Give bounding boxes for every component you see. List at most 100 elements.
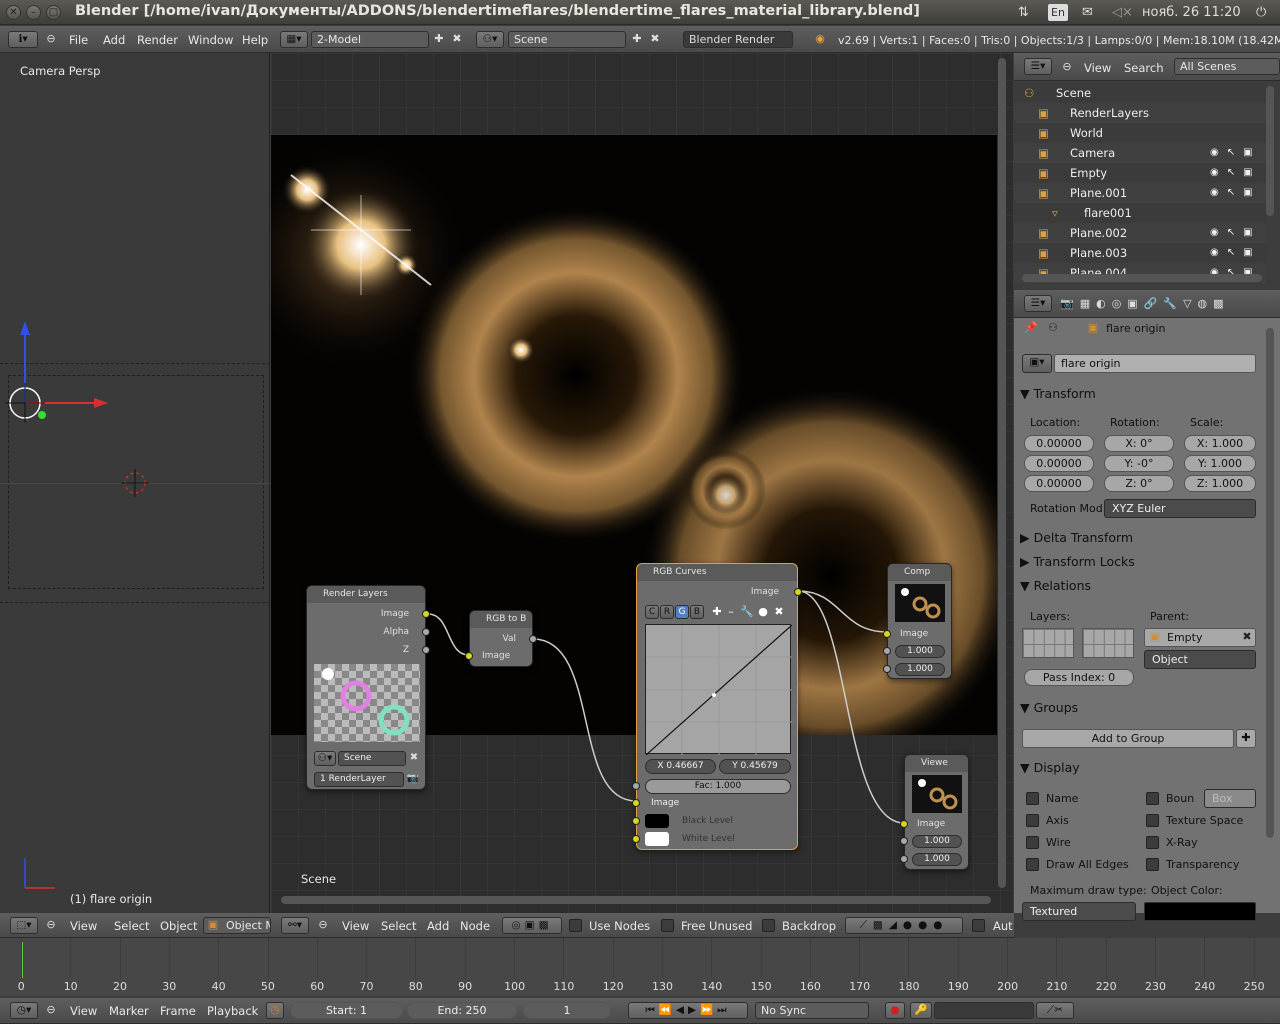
scale-x-field[interactable]: X: 1.000 xyxy=(1184,435,1256,452)
sync-mode-select[interactable]: No Sync xyxy=(755,1002,869,1019)
outliner-scrollbar[interactable] xyxy=(1266,86,1274,216)
keying-set-field[interactable] xyxy=(934,1002,1034,1019)
3d-menu-object[interactable]: Object xyxy=(160,919,197,933)
delta-transform-panel-header[interactable]: ▶ Delta Transform xyxy=(1020,527,1272,549)
z-output-socket[interactable] xyxy=(422,646,430,654)
properties-scrollbar[interactable] xyxy=(1266,328,1274,838)
timeline-menu-frame[interactable]: Frame xyxy=(160,1004,196,1018)
composite-image-socket[interactable] xyxy=(883,630,891,638)
layers-grid-2[interactable] xyxy=(1082,628,1134,658)
curve-y-field[interactable]: Y 0.45679 xyxy=(719,759,791,774)
viewer-alpha-socket[interactable] xyxy=(900,837,908,845)
channel-r-button[interactable]: R xyxy=(660,605,674,619)
pin-icon[interactable]: 📌 xyxy=(1024,320,1038,336)
menu-help[interactable]: Help xyxy=(242,33,268,47)
render-layer-camera-icon[interactable]: 📷 xyxy=(405,771,421,787)
mail-icon[interactable]: ✉ xyxy=(1082,4,1093,21)
composite-z-socket[interactable] xyxy=(883,665,891,673)
backdrop-checkbox[interactable] xyxy=(762,919,775,932)
zoom-in-icon[interactable]: ✚ xyxy=(711,604,723,620)
viewer-alpha-field[interactable]: 1.000 xyxy=(912,835,962,848)
viewer-z-socket[interactable] xyxy=(900,855,908,863)
curve-graph[interactable] xyxy=(645,624,793,756)
end-frame-field[interactable]: End: 250 xyxy=(407,1002,517,1019)
object-name-field[interactable]: flare origin xyxy=(1054,354,1256,373)
preview-range-icon[interactable]: ◷ xyxy=(266,1002,284,1019)
val-output-socket[interactable] xyxy=(529,635,537,643)
timeline-menu-view[interactable]: View xyxy=(70,1004,97,1018)
node-menu-select[interactable]: Select xyxy=(381,919,416,933)
timeline-menu-marker[interactable]: Marker xyxy=(109,1004,149,1018)
curve-x-field[interactable]: X 0.46667 xyxy=(645,759,716,774)
3d-menu-view[interactable]: View xyxy=(70,919,97,933)
use-nodes-checkbox[interactable] xyxy=(569,919,582,932)
properties-panel[interactable]: 📌 ⚇ ▣ flare origin ▣▾ flare origin ▼ Tra… xyxy=(1014,318,1280,921)
location-x-field[interactable]: 0.00000 xyxy=(1024,435,1094,452)
image-input-socket[interactable] xyxy=(465,652,473,660)
unlink-scene-icon[interactable]: ✖ xyxy=(407,750,421,766)
screen-layout-field[interactable]: 2-Model xyxy=(311,31,429,48)
outliner-display-select[interactable]: All Scenes xyxy=(1174,58,1280,75)
node-editor-icon[interactable]: ⚯▾ xyxy=(281,917,309,934)
x-ray-checkbox[interactable] xyxy=(1146,836,1159,849)
add-screen-icon[interactable]: ✚ xyxy=(432,31,446,47)
object-color-swatch[interactable] xyxy=(1144,902,1256,921)
outliner-item[interactable]: ▣ RenderLayers xyxy=(1014,103,1266,123)
groups-panel-header[interactable]: ▼ Groups xyxy=(1020,697,1272,719)
location-z-field[interactable]: 0.00000 xyxy=(1024,475,1094,492)
close-window-icon[interactable]: ✕ xyxy=(6,5,21,20)
properties-editor-icon[interactable]: ☰▾ xyxy=(1024,295,1052,312)
clock[interactable]: нояб. 26 11:20 xyxy=(1142,4,1241,21)
location-y-field[interactable]: 0.00000 xyxy=(1024,455,1094,472)
transform-panel-header[interactable]: ▼ Transform xyxy=(1020,383,1272,405)
rotation-mode-select[interactable]: XYZ Euler xyxy=(1104,499,1256,518)
playback-controls-icons[interactable]: ⏮⏪◀▶⏩⏭ xyxy=(628,1002,748,1019)
timeline-editor-icon[interactable]: ◷▾ xyxy=(10,1002,38,1019)
auto-render-checkbox[interactable] xyxy=(972,919,985,932)
channel-g-button[interactable]: G xyxy=(675,605,689,619)
transform-locks-panel-header[interactable]: ▶ Transform Locks xyxy=(1020,551,1272,573)
channel-c-button[interactable]: C xyxy=(645,605,659,619)
image-input-socket[interactable] xyxy=(632,799,640,807)
black-level-socket[interactable] xyxy=(632,817,640,825)
collapse-menu-icon[interactable]: ⊖ xyxy=(44,917,58,933)
remove-scene-icon[interactable]: ✖ xyxy=(648,31,662,47)
collapse-menu-icon[interactable]: ⊖ xyxy=(316,917,330,933)
fac-field[interactable]: Fac: 1.000 xyxy=(645,779,791,794)
outliner-item[interactable]: ▣ Plane.003 ◉↖▣ xyxy=(1014,243,1266,263)
screen-layout-icon[interactable]: ▦▾ xyxy=(280,31,308,48)
backdrop-channel-icons[interactable]: ⟋▩◢●●● xyxy=(845,917,963,934)
parent-type-select[interactable]: Object xyxy=(1144,650,1256,669)
zoom-out-icon[interactable]: – xyxy=(725,604,737,620)
white-level-swatch[interactable] xyxy=(645,832,669,846)
outliner-visibility-icons[interactable]: ◉↖▣ xyxy=(1210,183,1261,203)
node-tree-type-icons[interactable]: ◎▣▩ xyxy=(502,917,562,934)
volume-icon[interactable]: ◁× xyxy=(1112,4,1133,21)
3d-menu-select[interactable]: Select xyxy=(114,919,149,933)
new-group-icon[interactable]: ✚ xyxy=(1236,729,1256,748)
outliner-visibility-icons[interactable]: ◉↖▣ xyxy=(1210,243,1261,263)
menu-file[interactable]: File xyxy=(69,33,88,47)
node-menu-add[interactable]: Add xyxy=(427,919,449,933)
image-output-socket[interactable] xyxy=(794,588,802,596)
outliner-item[interactable]: ▿ flare001 xyxy=(1014,203,1266,223)
curve-tools-icon[interactable]: 🔧 xyxy=(740,604,754,620)
collapse-menu-icon[interactable]: ⊖ xyxy=(44,1002,58,1018)
rotation-y-field[interactable]: Y: -0° xyxy=(1104,455,1174,472)
texture-space-checkbox[interactable] xyxy=(1146,814,1159,827)
insert-keyframe-icons[interactable]: ⟋✂ xyxy=(1036,1002,1074,1019)
channel-b-button[interactable]: B xyxy=(690,605,704,619)
menu-add[interactable]: Add xyxy=(103,33,125,47)
transparency-checkbox[interactable] xyxy=(1146,858,1159,871)
node-menu-node[interactable]: Node xyxy=(460,919,490,933)
node-editor[interactable]: Scene Render Layers Image Alpha Z ⚇▾ Sce… xyxy=(271,53,1013,913)
free-unused-checkbox[interactable] xyxy=(661,919,674,932)
scale-y-field[interactable]: Y: 1.000 xyxy=(1184,455,1256,472)
max-draw-type-select[interactable]: Textured xyxy=(1022,902,1136,921)
white-level-socket[interactable] xyxy=(632,835,640,843)
collapse-menu-icon[interactable]: ⊖ xyxy=(44,31,58,47)
render-layers-node[interactable]: Render Layers Image Alpha Z ⚇▾ Scene ✖ 1… xyxy=(306,585,430,790)
fac-input-socket[interactable] xyxy=(632,782,640,790)
wire-checkbox[interactable] xyxy=(1026,836,1039,849)
object-data-icon[interactable]: ▣▾ xyxy=(1022,354,1052,373)
